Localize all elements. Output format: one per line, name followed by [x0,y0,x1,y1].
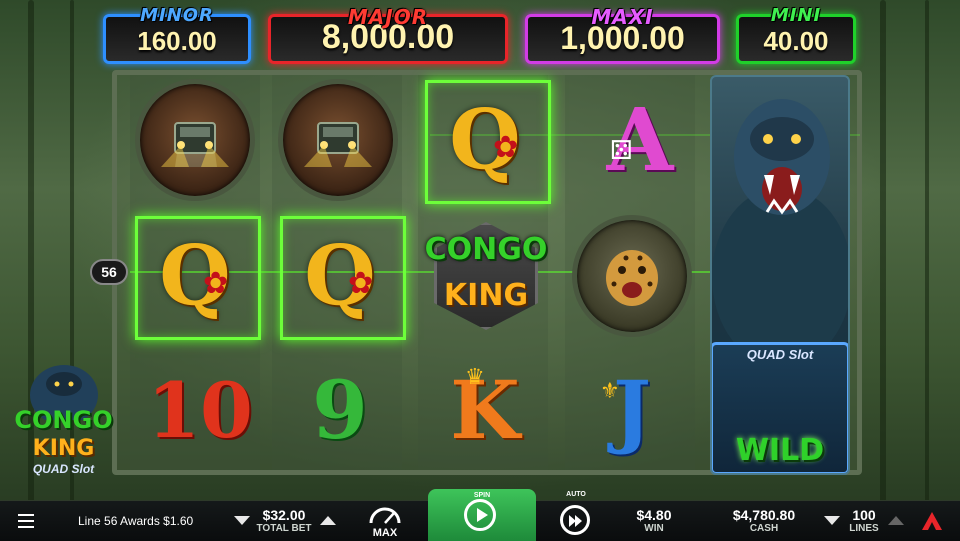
game-logo: CONGO KING QUAD Slot [6,350,121,490]
symbol-gorilla: QUAD Slot WILD [710,75,850,475]
rose-icon: ✿ [348,267,374,300]
win-value: $4.80 [636,507,672,523]
symbol-9-label: 9 [312,363,368,457]
symbol-queen: Q ✿ [280,216,400,336]
jackpot-maxi-title: MAXI [591,5,654,29]
jackpot-major: MAJOR 8,000.00 [268,5,508,64]
crown-icon: ♛ [465,364,485,389]
symbol-jack: J ⚜ [572,350,692,470]
auto-label: AUTO [566,491,586,498]
spin-button[interactable]: SPIN [428,489,536,541]
symbol-congo-king-scatter: CONGO KING [420,212,552,340]
symbol-leopard [572,215,692,337]
total-bet-value: $32.00 [262,507,306,523]
jeep-icon [278,79,398,201]
jackpot-minor-title: MINOR [140,5,214,26]
provider-logo-icon [922,512,942,530]
symbol-jeep [135,79,255,201]
cash-value: $4,780.80 [732,507,796,523]
bet-increase-button[interactable] [320,516,336,525]
jeep-icon [135,79,255,201]
win-label: WIN [644,523,664,534]
rose-icon: ✿ [493,131,519,164]
symbol-ten: 10 [140,350,260,470]
symbol-10-label: 10 [147,365,253,455]
cash-label: CASH [749,523,779,534]
autoplay-icon [560,505,590,535]
logo-line2: KING [32,436,95,461]
jackpot-minor-value: 160.00 [137,26,217,56]
jackpot-mini-title: MINI [770,5,822,26]
autoplay-button[interactable]: AUTO [556,491,596,541]
menu-icon[interactable] [18,514,34,528]
jackpot-mini-value: 40.00 [763,26,829,56]
status-message: Line 56 Awards $1.60 [78,514,194,528]
gorilla-icon [712,99,848,367]
scatter-subtitle: KING [443,278,529,313]
wild-label: WILD [735,433,825,468]
dice-icon: ⚄ [610,135,633,165]
fleur-de-lis-icon: ⚜ [600,378,620,403]
symbol-nine: 9 [280,350,400,470]
bottom-control-bar: Line 56 Awards $1.60 $32.00 TOTAL BET MA… [0,489,960,541]
gauge-icon [369,507,401,524]
symbol-queen: Q ✿ [135,216,255,336]
jackpot-mini: MINI 40.00 [736,5,856,64]
rose-icon: ✿ [203,267,229,300]
symbol-queen: Q ✿ [425,80,545,200]
vine [925,0,929,540]
wild-symbol: QUAD Slot WILD [712,342,848,473]
logo-line3: QUAD Slot [32,462,95,476]
symbol-k-letter: K [450,363,520,457]
max-label: MAX [372,527,398,539]
lines-label: LINES [849,523,879,534]
vine [880,0,886,540]
symbol-king: K ♛ [425,350,545,470]
max-bet-button[interactable]: MAX [366,503,404,539]
lines-value: 100 [852,507,876,523]
logo-line1: CONGO [14,406,113,434]
jackpot-minor: MINOR 160.00 [103,5,251,64]
bet-decrease-button[interactable] [234,516,250,525]
lines-increase-button[interactable] [888,516,904,525]
wild-badge: QUAD Slot [746,347,814,362]
jackpot-maxi: MAXI 1,000.00 [525,5,720,64]
lines-decrease-button[interactable] [824,516,840,525]
payline-badge: 56 [90,259,128,285]
symbol-ace: A ⚄ [580,80,700,200]
jackpot-major-title: MAJOR [347,5,429,29]
play-icon [464,499,496,531]
symbol-jeep [278,79,398,201]
leopard-icon [572,215,692,337]
total-bet-label: TOTAL BET [256,523,312,534]
spin-label: SPIN [473,492,491,499]
scatter-title: CONGO [424,232,548,267]
